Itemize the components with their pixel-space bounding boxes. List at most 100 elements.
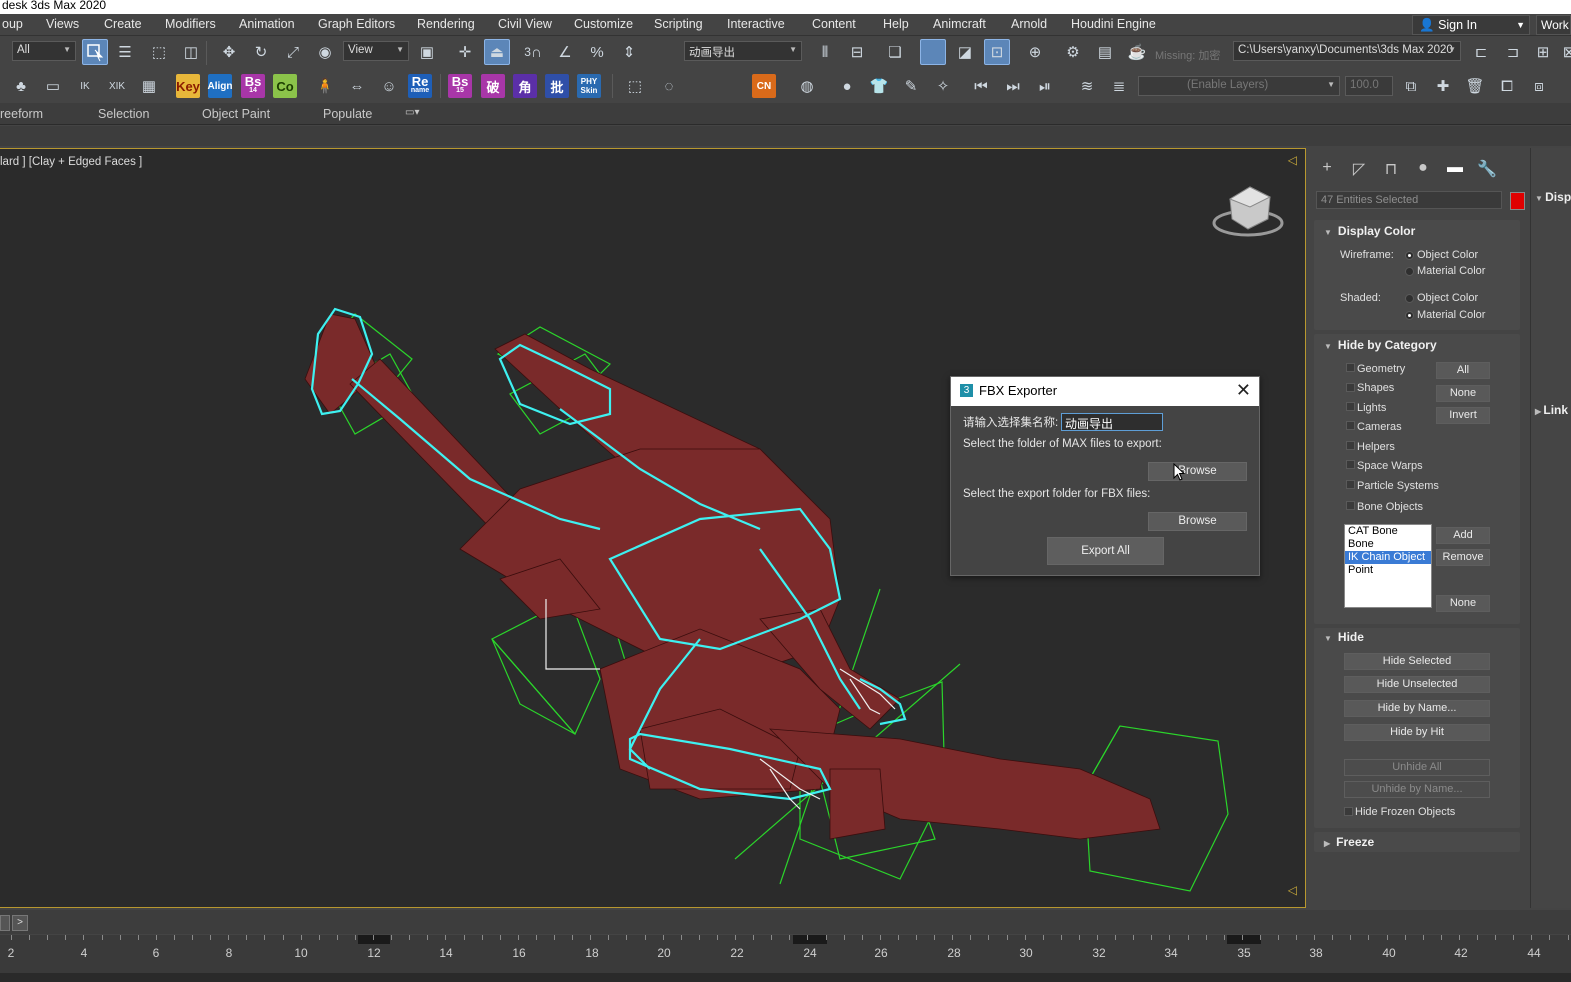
- select-object-icon[interactable]: [82, 39, 108, 65]
- curve-editor-icon[interactable]: ◪: [952, 39, 978, 65]
- menu-animation[interactable]: Animation: [239, 17, 295, 31]
- category-listbox[interactable]: CAT Bone Bone IK Chain Object Point: [1344, 524, 1432, 608]
- snaps-toggle-icon[interactable]: 3 ∩: [520, 39, 546, 65]
- wand-icon[interactable]: ✧: [930, 73, 956, 99]
- ribbon-tab-populate[interactable]: Populate: [323, 107, 372, 121]
- spinner-snap-icon[interactable]: ⇕: [616, 39, 642, 65]
- menu-modifiers[interactable]: Modifiers: [165, 17, 216, 31]
- menu-rendering[interactable]: Rendering: [417, 17, 475, 31]
- co-button[interactable]: Co: [273, 74, 297, 98]
- hierarchy-tab-icon[interactable]: ⊓: [1380, 159, 1402, 181]
- opacity-spinner[interactable]: 100.0: [1345, 76, 1393, 96]
- wireframe-material-color-radio[interactable]: [1405, 267, 1414, 276]
- browse-fbx-folder-button[interactable]: Browse: [1148, 512, 1247, 531]
- display-rollout-header[interactable]: ▼ Disp: [1535, 190, 1571, 204]
- category-none-button[interactable]: None: [1436, 385, 1490, 402]
- select-by-name-icon[interactable]: ☰: [112, 39, 138, 65]
- space-warps-checkbox[interactable]: [1346, 460, 1355, 469]
- export-all-button[interactable]: Export All: [1047, 537, 1164, 565]
- link-rollout-header[interactable]: ▶ Link: [1535, 403, 1568, 417]
- percent-snap-icon[interactable]: %: [584, 39, 610, 65]
- display-color-header[interactable]: ▼ Display Color: [1324, 224, 1415, 238]
- time-slider-handle[interactable]: [0, 915, 10, 931]
- browse-max-folder-button[interactable]: Browse: [1148, 462, 1247, 481]
- select-manipulate-icon[interactable]: ✛: [452, 39, 478, 65]
- category-invert-button[interactable]: Invert: [1436, 407, 1490, 424]
- ik-icon[interactable]: IK: [72, 73, 98, 99]
- tool-2-icon[interactable]: ▭: [40, 73, 66, 99]
- layers-dropdown[interactable]: (Enable Layers) ▼: [1138, 76, 1340, 96]
- menu-arnold[interactable]: Arnold: [1011, 17, 1047, 31]
- layer-add-icon[interactable]: ⧉: [1398, 73, 1424, 99]
- ribbon-tab-selection[interactable]: Selection: [98, 107, 149, 121]
- list-none-button[interactable]: None: [1436, 595, 1490, 612]
- menu-interactive[interactable]: Interactive: [727, 17, 785, 31]
- create-tab-icon[interactable]: +: [1316, 159, 1338, 181]
- hide-by-name-button[interactable]: Hide by Name...: [1344, 700, 1490, 717]
- globe-icon[interactable]: ◍: [794, 73, 820, 99]
- phy-skin-button[interactable]: PHY Skin: [577, 74, 601, 98]
- project-extra-icon[interactable]: ⊠: [1556, 39, 1571, 65]
- menu-help[interactable]: Help: [883, 17, 909, 31]
- material-editor-icon[interactable]: ⊕: [1022, 39, 1048, 65]
- tool-head-icon[interactable]: ☺: [376, 73, 402, 99]
- wireframe-object-color-radio[interactable]: [1405, 251, 1414, 260]
- bone-objects-checkbox[interactable]: [1346, 501, 1355, 510]
- prev-key-icon[interactable]: ⏮: [968, 73, 994, 99]
- menu-content[interactable]: Content: [812, 17, 856, 31]
- place-icon[interactable]: ◉: [312, 39, 338, 65]
- rotate-icon[interactable]: ↻: [248, 39, 274, 65]
- particle-systems-checkbox[interactable]: [1346, 480, 1355, 489]
- hide-unselected-button[interactable]: Hide Unselected: [1344, 676, 1490, 693]
- layer-explorer-icon[interactable]: ❏: [882, 39, 908, 65]
- hide-frozen-checkbox[interactable]: [1344, 807, 1353, 816]
- project-folder-icon[interactable]: ⊏: [1468, 39, 1494, 65]
- tool-biped-icon[interactable]: 🧍: [312, 73, 338, 99]
- bs15-button[interactable]: Bs 15: [448, 74, 472, 98]
- ribbon-tab-freeform[interactable]: reeform: [0, 107, 43, 121]
- render-teapot-icon[interactable]: ☕: [1124, 39, 1150, 65]
- shaded-object-color-radio[interactable]: [1405, 294, 1414, 303]
- project-settings-icon[interactable]: ⊞: [1530, 39, 1556, 65]
- layers-icon[interactable]: ≋: [1074, 73, 1100, 99]
- layer-stack-icon[interactable]: ≣: [1106, 73, 1132, 99]
- keyboard-shortcut-override-icon[interactable]: ⏏: [484, 39, 510, 65]
- display-tab-icon[interactable]: ▬: [1444, 159, 1466, 181]
- shapes-checkbox[interactable]: [1346, 383, 1355, 392]
- viewcube-icon[interactable]: [1212, 186, 1284, 237]
- shirt-icon[interactable]: 👕: [866, 73, 892, 99]
- rename-button[interactable]: Re name: [408, 74, 432, 98]
- object-color-swatch[interactable]: [1510, 192, 1525, 210]
- unhide-all-button[interactable]: Unhide All: [1344, 759, 1490, 776]
- dotted-rect-icon[interactable]: ⬚: [622, 73, 648, 99]
- tool-mirror-icon[interactable]: ⇔: [344, 73, 370, 99]
- mirror-icon[interactable]: ⫴: [812, 39, 838, 65]
- keyframe-marker[interactable]: [1227, 935, 1261, 944]
- helpers-checkbox[interactable]: [1346, 441, 1355, 450]
- category-all-button[interactable]: All: [1436, 362, 1490, 379]
- tool-5-icon[interactable]: ▦: [136, 73, 162, 99]
- list-item-selected[interactable]: IK Chain Object: [1345, 551, 1431, 564]
- sphere-icon[interactable]: ●: [834, 73, 860, 99]
- ribbon-tab-object-paint[interactable]: Object Paint: [202, 107, 270, 121]
- tool-1-icon[interactable]: ♣: [8, 73, 34, 99]
- hide-by-hit-button[interactable]: Hide by Hit: [1344, 724, 1490, 741]
- move-icon[interactable]: ✥: [216, 39, 242, 65]
- named-selection-dropdown[interactable]: 动画导出 ▼: [684, 41, 802, 61]
- set-project-icon[interactable]: ⊐: [1500, 39, 1526, 65]
- menu-civil-view[interactable]: Civil View: [498, 17, 552, 31]
- reference-coordinate-dropdown[interactable]: View ▼: [343, 41, 409, 61]
- list-remove-button[interactable]: Remove: [1436, 549, 1490, 566]
- menu-customize[interactable]: Customize: [574, 17, 633, 31]
- scale-icon[interactable]: ⤢: [280, 39, 306, 65]
- rendered-frame-window-icon[interactable]: ▤: [1092, 39, 1118, 65]
- shaded-material-color-radio[interactable]: [1405, 311, 1414, 320]
- hide-selected-button[interactable]: Hide Selected: [1344, 653, 1490, 670]
- render-setup-icon[interactable]: ⚙: [1060, 39, 1086, 65]
- list-item[interactable]: CAT Bone: [1345, 525, 1431, 538]
- time-next-button[interactable]: >: [12, 915, 28, 931]
- dotted-circle-icon[interactable]: ◌: [656, 73, 682, 99]
- utilities-tab-icon[interactable]: 🔧: [1476, 159, 1498, 181]
- list-item[interactable]: Bone: [1345, 538, 1431, 551]
- keyframe-marker[interactable]: [358, 935, 390, 944]
